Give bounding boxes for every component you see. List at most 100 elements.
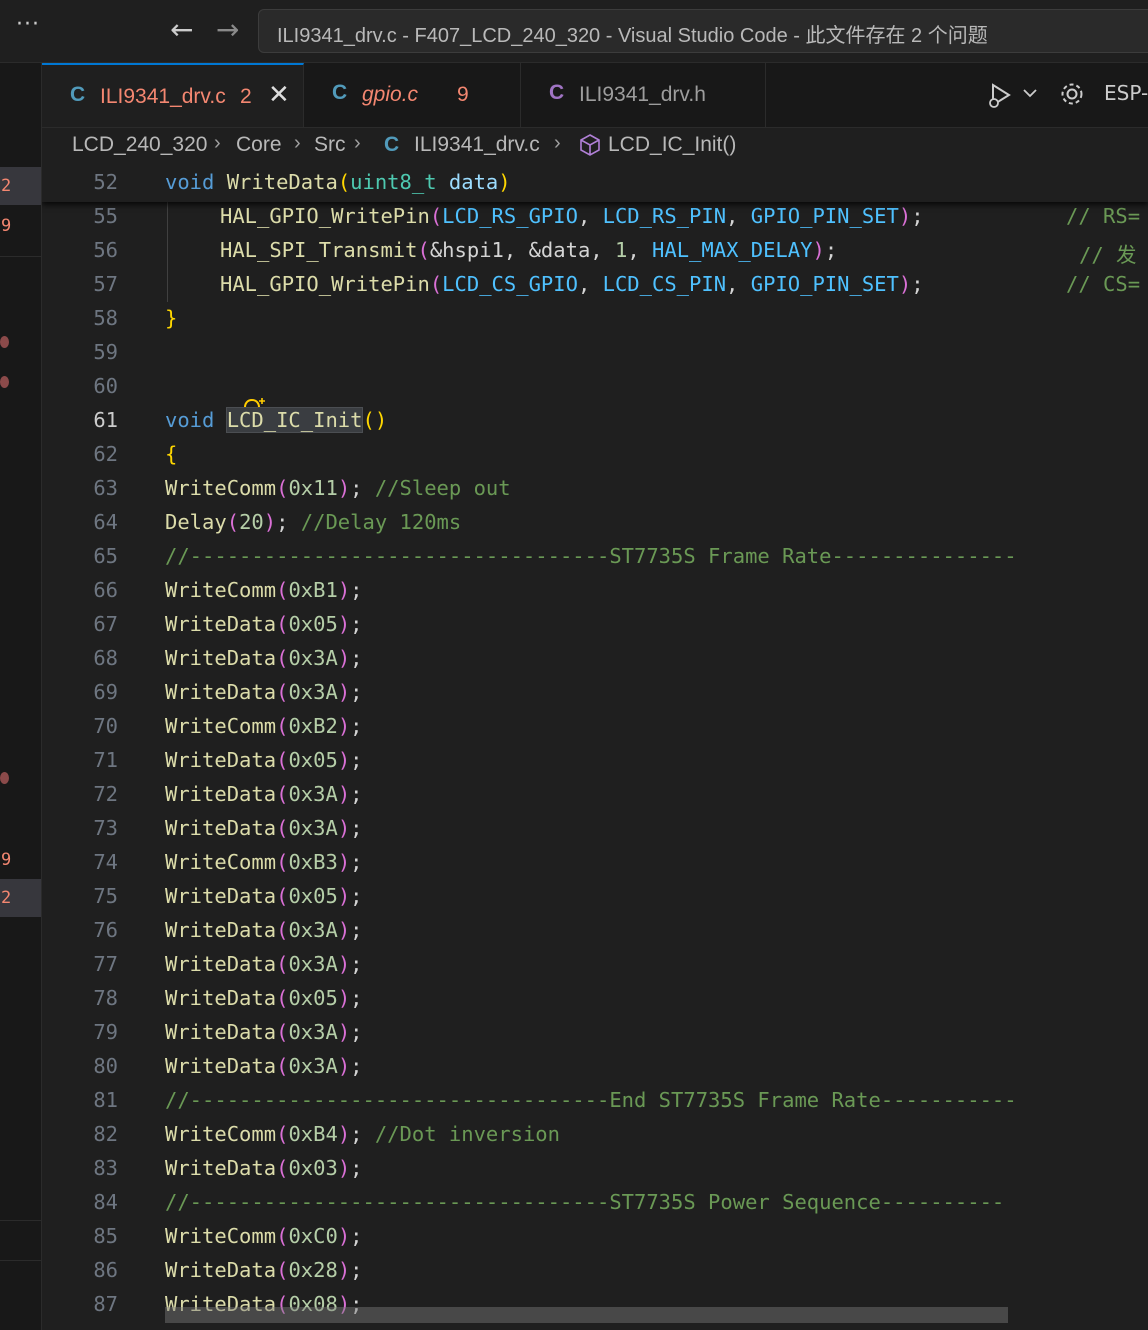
function-name: WriteData: [165, 918, 277, 942]
code-line: 84 //----------------------------------S…: [42, 1186, 1148, 1220]
line-number: 84: [93, 1190, 118, 1214]
gear-icon[interactable]: [1058, 80, 1086, 112]
function-name: HAL_GPIO_WritePin: [220, 272, 430, 296]
breadcrumb-item[interactable]: Src: [314, 133, 346, 157]
code-line: 70 WriteComm(0xB2);: [42, 710, 1148, 744]
code-line: 74 WriteComm(0xB3);: [42, 846, 1148, 880]
line-number: 71: [93, 748, 118, 772]
number-literal: 0x3A: [288, 1054, 338, 1078]
c-file-icon: C: [70, 83, 86, 106]
number-literal: 0x05: [288, 612, 338, 636]
line-number: 61: [93, 408, 118, 432]
line-number: 75: [93, 884, 118, 908]
number-literal: 0x3A: [288, 952, 338, 976]
code-line: 59: [42, 336, 1148, 370]
line-number: 82: [93, 1122, 118, 1146]
command-center-search[interactable]: ILI9341_drv.c - F407_LCD_240_320 - Visua…: [258, 9, 1148, 53]
number-literal: 0x05: [288, 884, 338, 908]
more-menu-icon[interactable]: ···: [16, 12, 40, 37]
breadcrumb-item[interactable]: Core: [236, 133, 282, 157]
breadcrumb-item[interactable]: LCD_240_320: [72, 133, 207, 157]
paren: ): [898, 272, 912, 296]
number-literal: 0xB1: [288, 578, 338, 602]
line-number: 78: [93, 986, 118, 1010]
horizontal-scrollbar[interactable]: [165, 1307, 1008, 1323]
function-name: WriteData: [165, 646, 277, 670]
code-line: 72 WriteData(0x3A);: [42, 778, 1148, 812]
close-icon[interactable]: ✕: [268, 79, 290, 110]
line-number: 81: [93, 1088, 118, 1112]
number-literal: 20: [239, 510, 264, 534]
comment: // CS=: [1066, 272, 1141, 296]
function-name: WriteData: [165, 986, 277, 1010]
line-number: 57: [93, 272, 118, 296]
lightbulb-icon[interactable]: [168, 372, 266, 421]
run-debug-icon[interactable]: [984, 79, 1016, 115]
keyword: void: [165, 408, 215, 432]
semicolon: ;: [911, 204, 924, 228]
chevron-down-icon[interactable]: [1022, 85, 1038, 105]
function-name: HAL_SPI_Transmit: [220, 238, 418, 262]
comma: ,: [577, 204, 603, 228]
breadcrumb-item[interactable]: ILI9341_drv.c: [414, 133, 540, 157]
line-number: 69: [93, 680, 118, 704]
c-file-icon: C: [384, 133, 400, 156]
line-number: 64: [93, 510, 118, 534]
code-line: 55 HAL_GPIO_WritePin(LCD_RS_GPIO, LCD_RS…: [42, 200, 1148, 234]
code-line: 79 WriteData(0x3A);: [42, 1016, 1148, 1050]
esp-idf-button[interactable]: ESP-I: [1104, 81, 1148, 105]
problem-count-marker[interactable]: 2: [0, 879, 41, 917]
comment: //Dot inversion: [374, 1122, 560, 1146]
line-number: 83: [93, 1156, 118, 1180]
macro: HAL_MAX_DELAY: [652, 238, 813, 262]
macro: LCD_RS_GPIO: [442, 204, 578, 228]
chevron-right-icon: ›: [554, 132, 561, 154]
code-line: 73 WriteData(0x3A);: [42, 812, 1148, 846]
breakpoint-dot-icon[interactable]: [0, 376, 9, 388]
breadcrumb-item[interactable]: LCD_IC_Init(): [608, 133, 736, 157]
comma: ,: [726, 272, 751, 296]
tab-label: gpio.c: [362, 83, 419, 106]
number-literal: 0x3A: [288, 782, 338, 806]
code-line: 63 WriteComm(0x11); //Sleep out: [42, 472, 1148, 506]
chevron-right-icon: ›: [294, 132, 301, 154]
function-name: LCD_IC_Init: [225, 407, 364, 433]
tab-ili9341-drv-h[interactable]: C ILI9341_drv.h: [521, 63, 766, 127]
code-line: 62 {: [42, 438, 1148, 472]
line-number: 58: [93, 306, 118, 330]
function-name: WriteData: [165, 748, 277, 772]
paren: ): [263, 510, 277, 534]
breakpoint-dot-icon[interactable]: [0, 336, 9, 348]
code-editor[interactable]: 52 void WriteData(uint8_t data) 55 HAL_G…: [42, 166, 1148, 1330]
line-number: 80: [93, 1054, 118, 1078]
sticky-scroll-header[interactable]: 52 void WriteData(uint8_t data): [42, 166, 1148, 202]
paren: (: [337, 170, 351, 194]
tab-ili9341-drv-c[interactable]: C ILI9341_drv.c 2 ✕: [42, 63, 304, 127]
function-name: WriteData: [165, 1054, 277, 1078]
back-arrow-icon[interactable]: ←: [170, 14, 193, 46]
problem-count-marker[interactable]: 9: [0, 211, 41, 241]
number-literal: 0xC0: [288, 1224, 338, 1248]
tab-gpio-c[interactable]: C gpio.c 9: [304, 63, 521, 127]
chevron-right-icon: ›: [354, 132, 361, 154]
problem-count-marker[interactable]: 2: [0, 167, 41, 205]
code-line: 85 WriteComm(0xC0);: [42, 1220, 1148, 1254]
comment: //----------------------------------ST77…: [165, 544, 1017, 568]
comment: // 发: [1079, 243, 1137, 267]
number-literal: 0x3A: [288, 1020, 338, 1044]
function-name: WriteComm: [165, 1224, 277, 1248]
breakpoint-dot-icon[interactable]: [0, 772, 9, 784]
line-number: 52: [93, 170, 118, 194]
problem-count-marker[interactable]: 9: [0, 845, 41, 875]
paren: (: [276, 476, 289, 500]
code-line: 71 WriteData(0x05);: [42, 744, 1148, 778]
line-number: 65: [93, 544, 118, 568]
tab-label: ILI9341_drv.h: [579, 83, 706, 106]
number-literal: 0x05: [288, 986, 338, 1010]
argument: &hspi1: [429, 238, 504, 262]
chevron-right-icon: ›: [214, 132, 221, 154]
function-name: WriteData: [165, 884, 277, 908]
code-line: 69 WriteData(0x3A);: [42, 676, 1148, 710]
function-name: Delay: [165, 510, 227, 534]
forward-arrow-icon[interactable]: →: [216, 14, 239, 46]
